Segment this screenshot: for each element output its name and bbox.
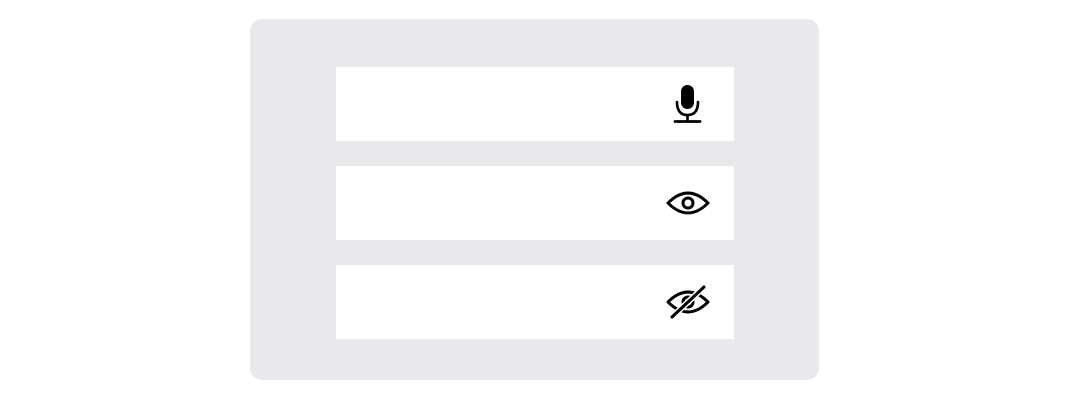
password-text-input[interactable] — [336, 166, 656, 240]
microphone-icon — [673, 85, 702, 123]
voice-text-input[interactable] — [336, 67, 656, 141]
password-field-visible[interactable] — [336, 166, 734, 240]
hide-password-button[interactable] — [666, 280, 710, 324]
eye-icon — [666, 191, 710, 215]
show-password-button[interactable] — [666, 181, 710, 225]
password-field-hidden[interactable] — [336, 265, 734, 339]
voice-input-field[interactable] — [336, 67, 734, 141]
form-panel — [250, 19, 819, 380]
hidden-password-input[interactable] — [336, 265, 656, 339]
microphone-button[interactable] — [666, 82, 710, 126]
eye-slash-icon — [666, 285, 710, 319]
